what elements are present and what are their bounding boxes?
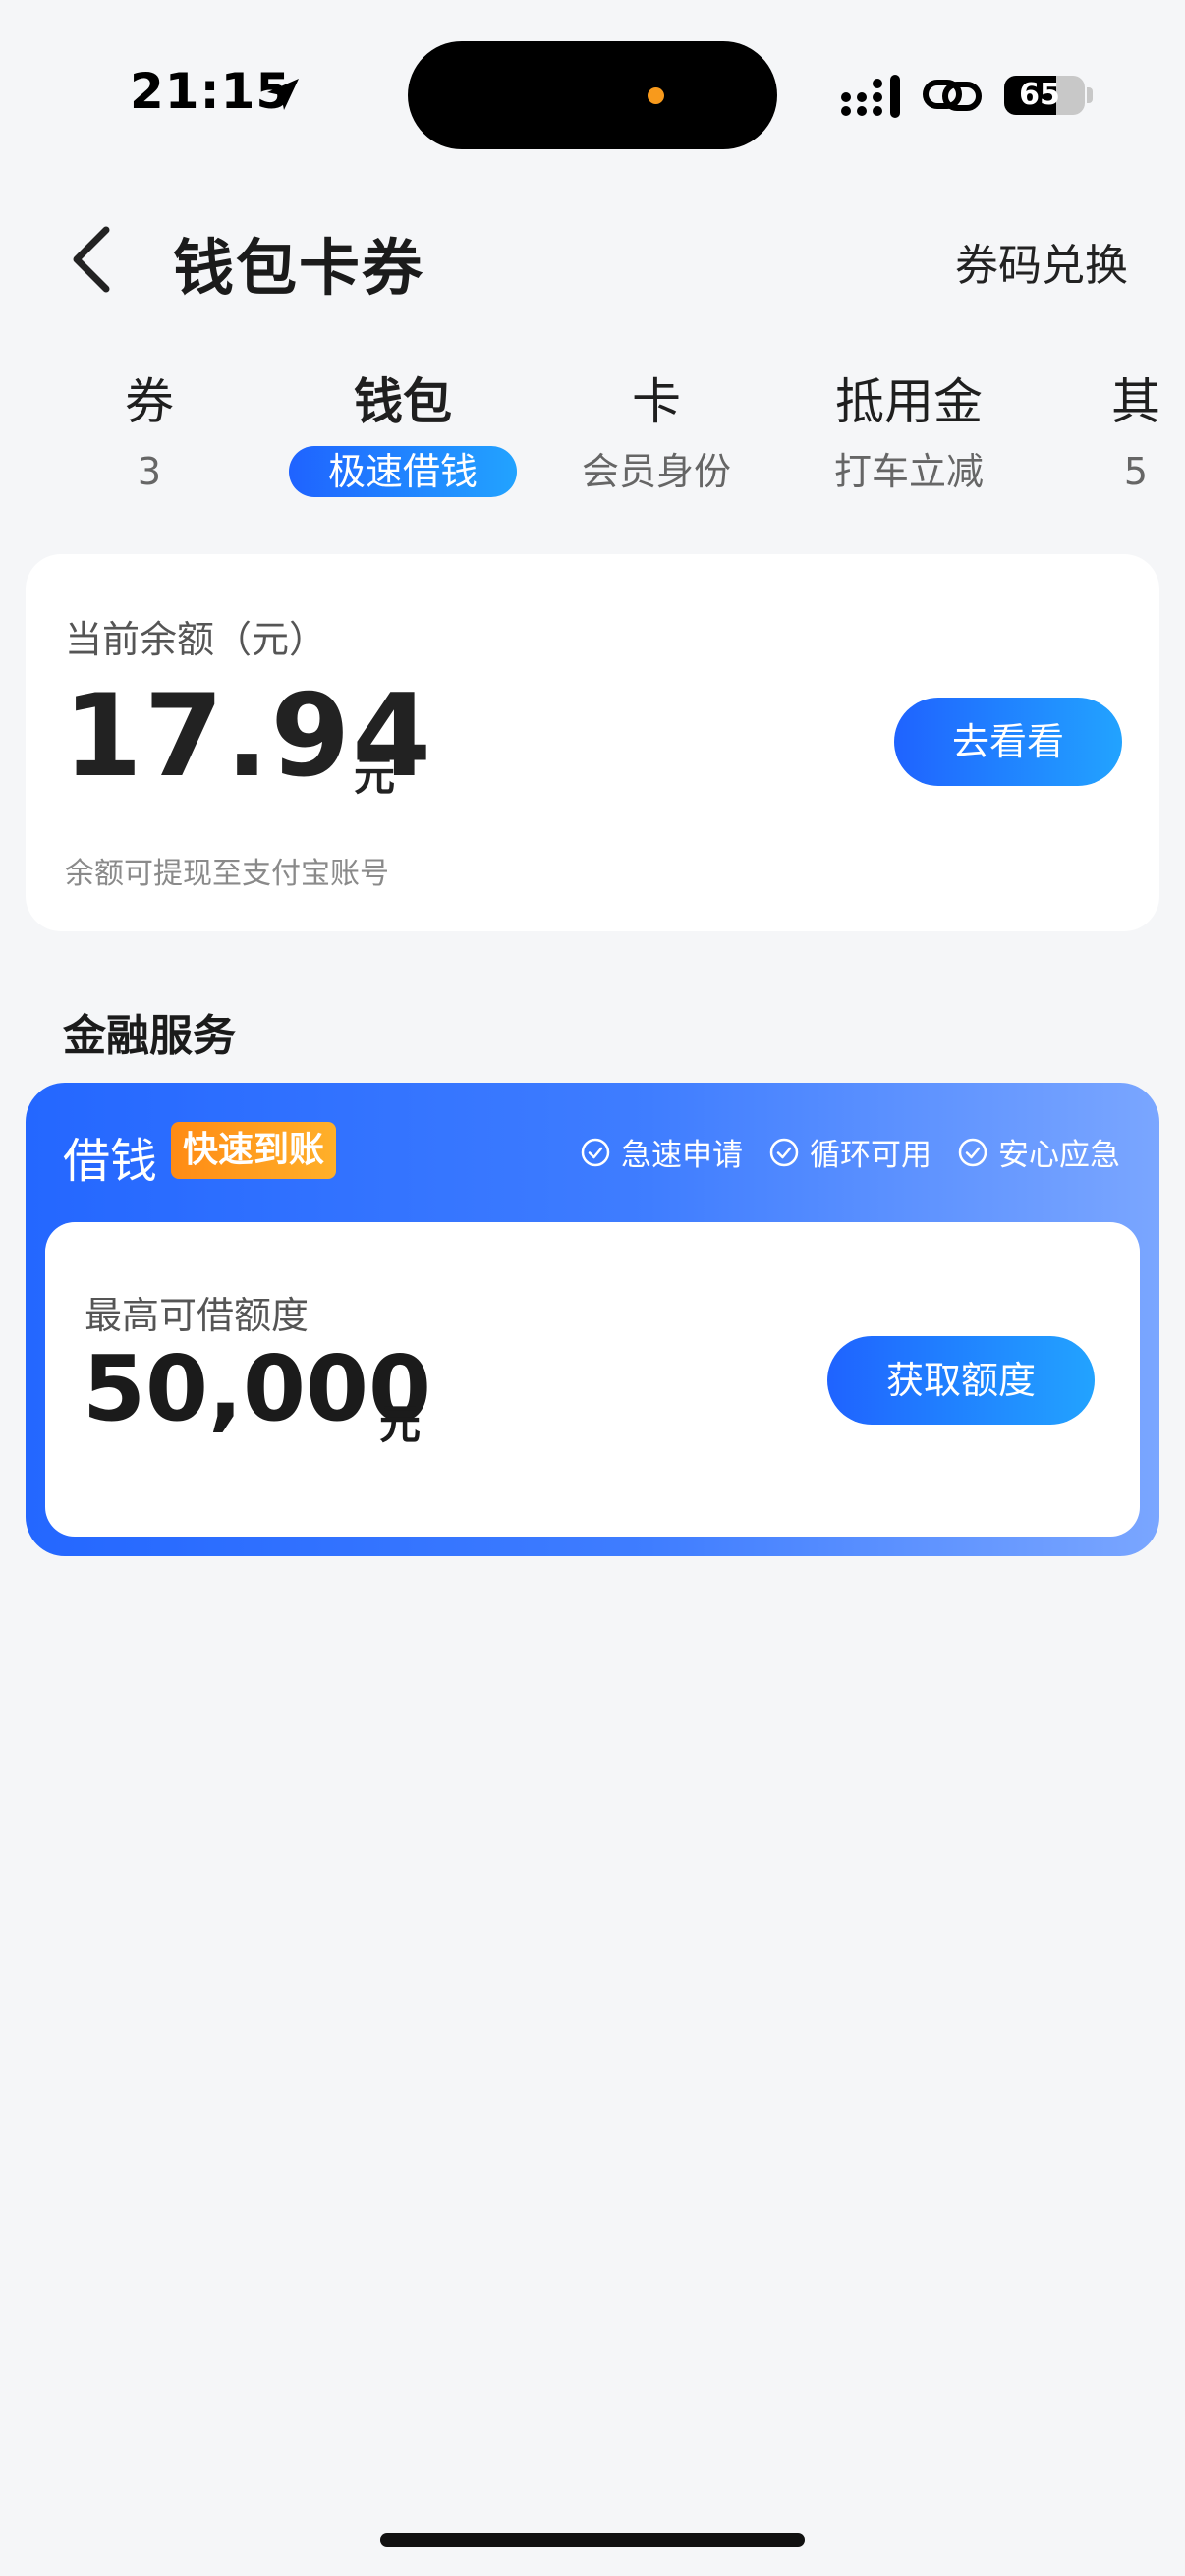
- balance-unit: 元: [354, 752, 396, 800]
- cellular-signal-icon: [841, 75, 900, 118]
- loan-title: 借钱: [63, 1134, 158, 1189]
- tab-label: 抵用金: [835, 373, 983, 430]
- tab-others[interactable]: 其 5: [1018, 365, 1185, 497]
- balance-title: 当前余额（元）: [65, 618, 327, 661]
- category-tabs: 券 3 钱包 极速借钱 卡 会员身份 抵用金 打车立减 其 5: [0, 365, 1185, 503]
- tab-coupons[interactable]: 券 3: [31, 365, 267, 497]
- back-arrow-icon[interactable]: [65, 222, 120, 297]
- battery-icon: 65: [1004, 76, 1085, 115]
- tab-wallet[interactable]: 钱包 极速借钱: [285, 365, 521, 497]
- home-indicator[interactable]: [380, 2533, 805, 2547]
- view-balance-button[interactable]: 去看看: [894, 698, 1122, 786]
- fast-arrival-badge: 快速到账: [171, 1122, 337, 1179]
- location-arrow-icon: [267, 79, 299, 110]
- page-title: 钱包卡券: [173, 232, 425, 304]
- tab-cards[interactable]: 卡 会员身份: [538, 365, 774, 497]
- feature-label: 安心应急: [998, 1138, 1120, 1173]
- feature-label: 循环可用: [810, 1138, 931, 1173]
- feature-label: 急速申请: [621, 1138, 743, 1173]
- feature-revolving: 循环可用: [768, 1130, 931, 1174]
- loan-limit-label: 最高可借额度: [85, 1294, 310, 1337]
- battery-nub: [1087, 87, 1093, 103]
- redeem-code-button[interactable]: 券码兑换: [955, 230, 1128, 293]
- tab-label: 卡: [632, 373, 681, 430]
- check-circle-icon: [958, 1138, 988, 1166]
- feature-fast-apply: 急速申请: [580, 1130, 743, 1174]
- tab-sub: 3: [137, 450, 162, 493]
- camera-indicator-dot: [648, 87, 664, 104]
- tab-sub: 极速借钱: [288, 446, 517, 497]
- tab-vouchers[interactable]: 抵用金 打车立减: [791, 365, 1027, 497]
- finance-section-title: 金融服务: [63, 1011, 236, 1061]
- loan-features: 急速申请 循环可用 安心应急: [580, 1130, 1120, 1174]
- tab-sub: 会员身份: [581, 450, 731, 493]
- check-circle-icon: [581, 1138, 610, 1166]
- tab-label: 钱包: [354, 373, 452, 430]
- loan-limit-panel: 最高可借额度 50,000 元 获取额度: [45, 1222, 1140, 1537]
- loan-limit-unit: 元: [379, 1400, 422, 1448]
- get-limit-button[interactable]: 获取额度: [827, 1336, 1095, 1425]
- feature-emergency: 安心应急: [957, 1130, 1120, 1174]
- tab-sub: 打车立减: [833, 450, 984, 493]
- link-icon: [923, 80, 982, 111]
- tab-label: 其: [1111, 373, 1160, 430]
- tab-sub: 5: [1123, 450, 1149, 493]
- dynamic-island: [408, 41, 777, 149]
- tab-label: 券: [125, 373, 174, 430]
- balance-card: 当前余额（元） 17.94 元 去看看 余额可提现至支付宝账号: [26, 554, 1159, 931]
- battery-level: 65: [1019, 78, 1060, 112]
- check-circle-icon: [769, 1138, 799, 1166]
- balance-note: 余额可提现至支付宝账号: [65, 857, 389, 891]
- status-bar: 21:15 65: [0, 0, 1185, 187]
- loan-card[interactable]: 借钱 快速到账 急速申请 循环可用 安心应急 最高可借额度 50,000 元 获…: [26, 1083, 1159, 1556]
